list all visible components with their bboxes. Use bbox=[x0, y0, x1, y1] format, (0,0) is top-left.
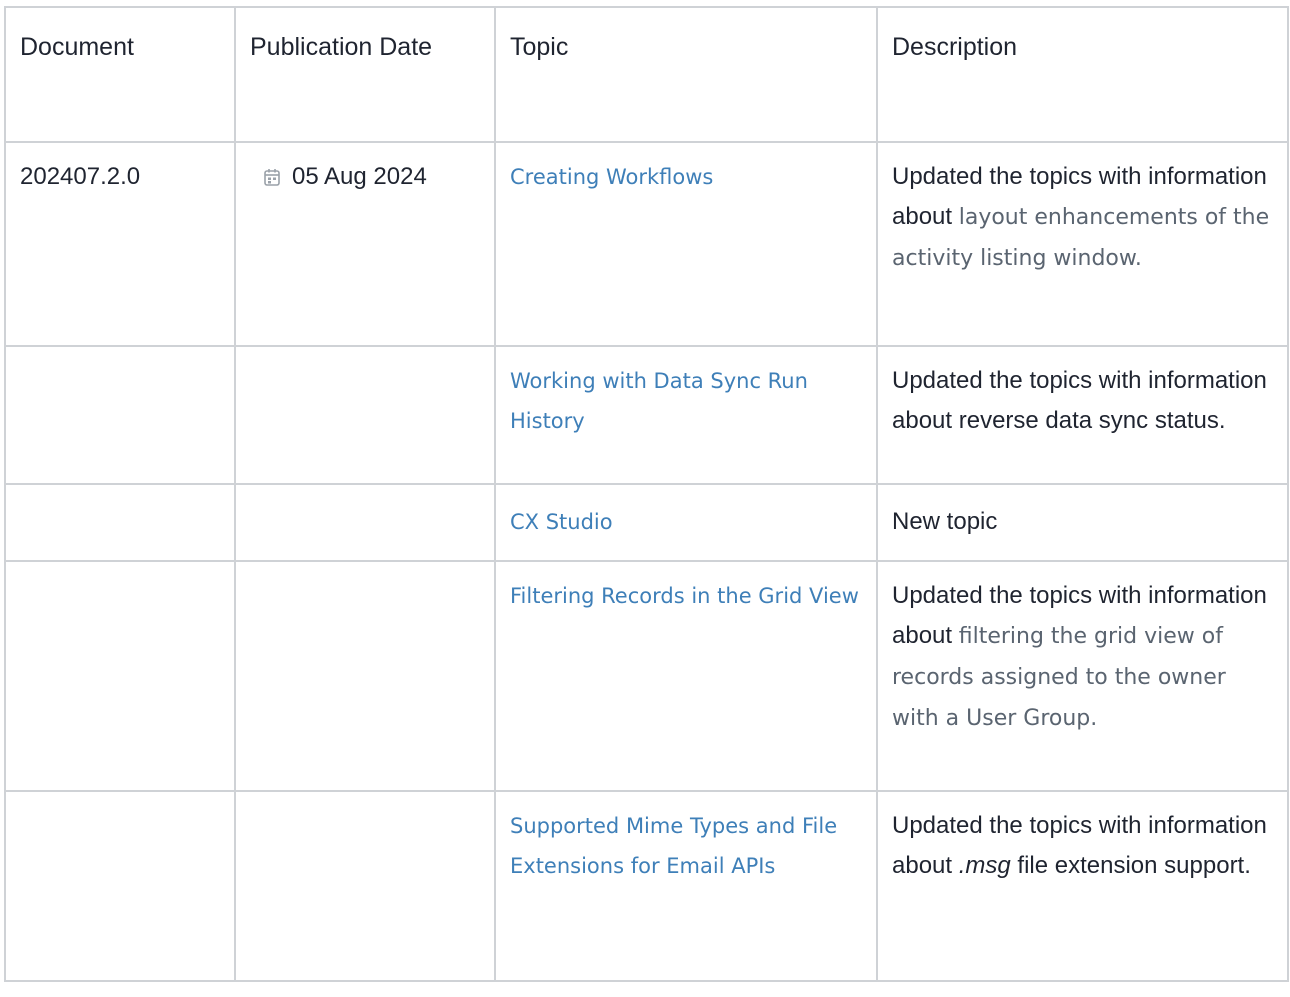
header-description: Description bbox=[876, 6, 1289, 143]
cell-description: Updated the topics with information abou… bbox=[876, 141, 1289, 347]
cell-topic: Filtering Records in the Grid View bbox=[494, 560, 878, 792]
cell-description: Updated the topics with information abou… bbox=[876, 790, 1289, 982]
header-topic: Topic bbox=[494, 6, 878, 143]
topic-link-data-sync-run-history[interactable]: Working with Data Sync Run History bbox=[510, 369, 808, 433]
table-row: Working with Data Sync Run History Updat… bbox=[4, 345, 1289, 485]
page: Document Publication Date Topic Descript… bbox=[0, 0, 1290, 997]
cell-description: Updated the topics with information abou… bbox=[876, 560, 1289, 792]
topic-link-filtering-records[interactable]: Filtering Records in the Grid View bbox=[510, 584, 859, 608]
table-header-row: Document Publication Date Topic Descript… bbox=[4, 6, 1289, 143]
cell-document bbox=[4, 345, 236, 485]
description-text-detail: file extension support. bbox=[1010, 852, 1251, 879]
cell-date bbox=[234, 345, 496, 485]
description-file-extension: .msg bbox=[958, 852, 1011, 879]
cell-topic: Working with Data Sync Run History bbox=[494, 345, 878, 485]
topic-link-cx-studio[interactable]: CX Studio bbox=[510, 510, 613, 534]
cell-description: Updated the topics with information abou… bbox=[876, 345, 1289, 485]
cell-document bbox=[4, 560, 236, 792]
header-publication-date: Publication Date bbox=[234, 6, 496, 143]
header-document: Document bbox=[4, 6, 236, 143]
cell-topic: Creating Workflows bbox=[494, 141, 878, 347]
cell-document bbox=[4, 483, 236, 562]
release-notes-table: Document Publication Date Topic Descript… bbox=[4, 6, 1289, 982]
cell-document bbox=[4, 790, 236, 982]
table-row: Supported Mime Types and File Extensions… bbox=[4, 790, 1289, 982]
calendar-icon bbox=[264, 168, 280, 186]
cell-document: 202407.2.0 bbox=[4, 141, 236, 347]
topic-link-creating-workflows[interactable]: Creating Workflows bbox=[510, 165, 713, 189]
table-row: 202407.2.0 05 Aug 2024 Creating Workflow… bbox=[4, 141, 1289, 347]
cell-date bbox=[234, 483, 496, 562]
publication-date: 05 Aug 2024 bbox=[292, 163, 427, 190]
topic-link-mime-types[interactable]: Supported Mime Types and File Extensions… bbox=[510, 814, 837, 878]
table-row: CX Studio New topic bbox=[4, 483, 1289, 562]
cell-date: 05 Aug 2024 bbox=[234, 141, 496, 347]
cell-date bbox=[234, 790, 496, 982]
cell-date bbox=[234, 560, 496, 792]
table-row: Filtering Records in the Grid View Updat… bbox=[4, 560, 1289, 792]
cell-topic: Supported Mime Types and File Extensions… bbox=[494, 790, 878, 982]
cell-description: New topic bbox=[876, 483, 1289, 562]
cell-topic: CX Studio bbox=[494, 483, 878, 562]
